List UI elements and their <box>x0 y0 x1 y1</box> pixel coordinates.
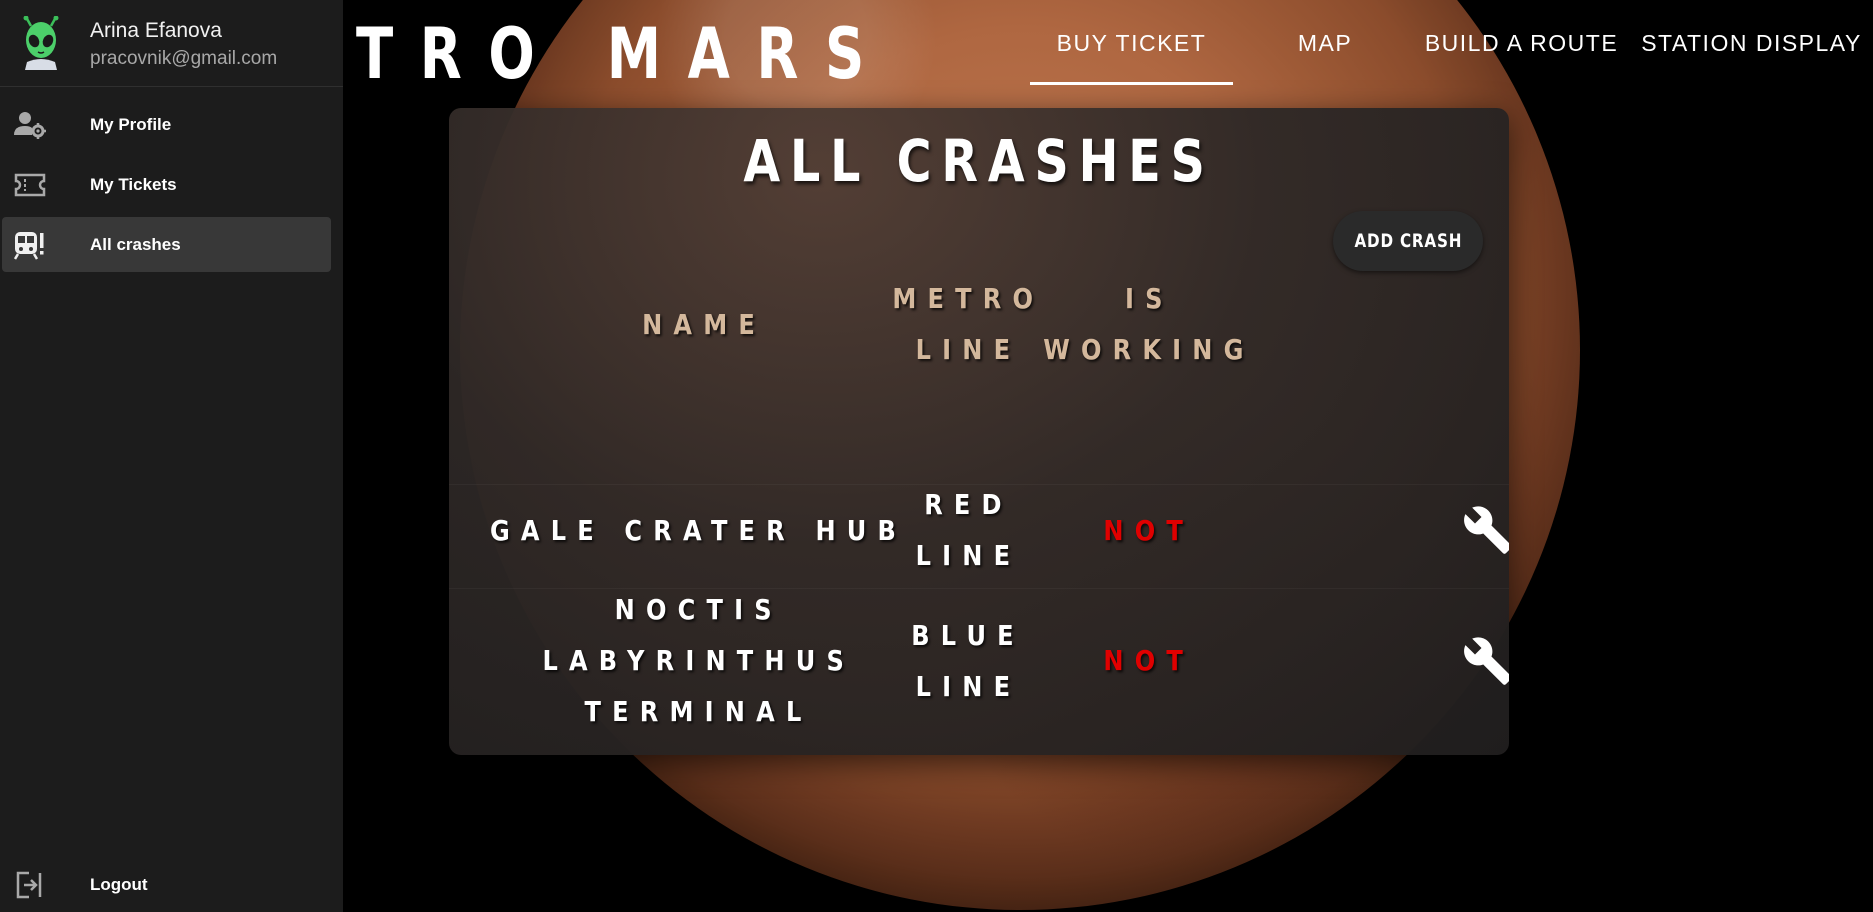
ticket-icon <box>14 169 46 201</box>
add-crash-button[interactable]: ADD CRASH <box>1333 211 1483 271</box>
user-block: Arina Efanova pracovnik@gmail.com <box>0 0 343 87</box>
user-name: Arina Efanova <box>90 19 222 42</box>
user-email: pracovnik@gmail.com <box>90 48 278 69</box>
crash-station-name: GALE CRATER HUB <box>490 513 908 547</box>
sidebar: Arina Efanova pracovnik@gmail.com My Pro… <box>0 0 343 912</box>
sidebar-item-label: My Profile <box>90 114 172 134</box>
sidebar-item-all-crashes[interactable]: All crashes <box>2 217 331 272</box>
tab-station-display[interactable]: STATION DISPLAY <box>1630 0 1873 86</box>
crash-metro-line: RED LINE <box>915 488 1021 572</box>
logout-icon <box>14 869 46 901</box>
sidebar-nav: My Profile My Tickets All crashes <box>0 97 343 277</box>
logout-label: Logout <box>90 874 148 894</box>
wrench-icon[interactable] <box>1461 634 1509 688</box>
column-header-is-working: IS WORKING <box>1043 282 1255 366</box>
sidebar-item-my-profile[interactable]: My Profile <box>2 97 331 152</box>
tab-buy-ticket[interactable]: BUY TICKET <box>1030 0 1233 86</box>
wrench-icon[interactable] <box>1461 503 1509 557</box>
crash-status: NOT <box>1103 644 1195 677</box>
crash-station-name: NOCTIS LABYRINTHUS TERMINAL <box>542 593 856 728</box>
crash-status: NOT <box>1103 513 1195 547</box>
crashes-panel: ALL CRASHES ADD CRASH NAME METRO LINE IS… <box>449 108 1509 755</box>
brand-title[interactable]: TRO MARS <box>356 6 891 102</box>
column-header-metro-line: METRO LINE <box>892 282 1044 366</box>
alien-avatar-icon[interactable] <box>19 16 63 70</box>
logout-button[interactable]: Logout <box>2 857 331 912</box>
sidebar-item-label: My Tickets <box>90 174 177 194</box>
sidebar-item-my-tickets[interactable]: My Tickets <box>2 157 331 212</box>
page-title: ALL CRASHES <box>743 127 1215 195</box>
crash-metro-line: BLUE LINE <box>911 618 1025 703</box>
tab-build-a-route[interactable]: BUILD A ROUTE <box>1380 0 1663 86</box>
user-gear-icon <box>14 109 46 141</box>
add-crash-label: ADD CRASH <box>1354 230 1462 252</box>
train-alert-icon <box>14 229 46 261</box>
tab-map[interactable]: MAP <box>1255 0 1395 86</box>
column-header-name: NAME <box>642 307 766 341</box>
sidebar-item-label: All crashes <box>90 234 181 254</box>
app-root: Arina Efanova pracovnik@gmail.com My Pro… <box>0 0 1873 912</box>
